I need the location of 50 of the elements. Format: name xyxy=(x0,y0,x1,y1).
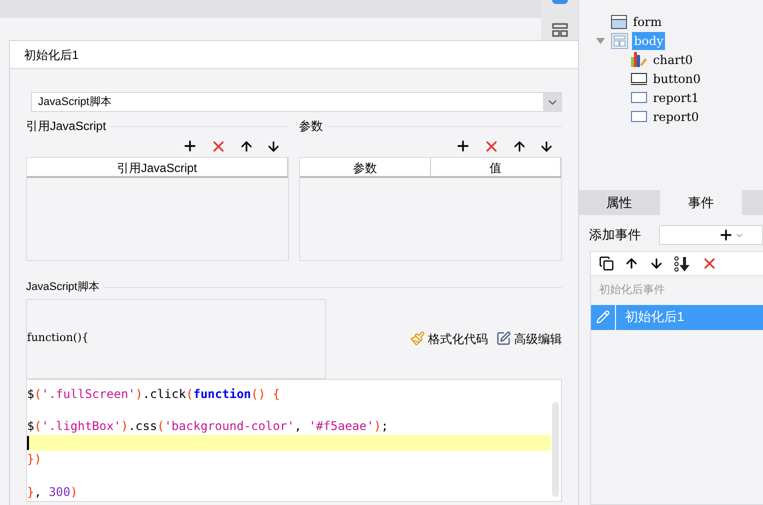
add-icon[interactable] xyxy=(455,138,471,154)
text-cursor xyxy=(27,436,29,450)
add-icon xyxy=(718,227,734,243)
script-type-dropdown[interactable]: JavaScript脚本 xyxy=(31,92,562,112)
dialog-title: 初始化后1 xyxy=(24,46,79,64)
window-icon xyxy=(611,14,627,28)
event-section-title: 初始化后事件 xyxy=(598,282,666,298)
report-icon xyxy=(631,92,647,103)
group-title: 参数 xyxy=(299,118,323,135)
group-title: 引用JavaScript xyxy=(26,118,106,135)
edit-icon[interactable] xyxy=(596,310,610,324)
copy-icon[interactable] xyxy=(599,256,614,271)
move-down-icon[interactable] xyxy=(266,138,281,154)
tree-item[interactable]: chart0 xyxy=(651,50,695,68)
code-line: }, 300) xyxy=(27,484,78,500)
layout-icon[interactable] xyxy=(552,23,568,37)
move-up-icon[interactable] xyxy=(512,138,527,154)
move-down-icon[interactable] xyxy=(649,256,664,271)
scrollbar[interactable] xyxy=(552,402,559,496)
chart-icon xyxy=(631,52,647,67)
move-down-icon[interactable] xyxy=(539,138,554,154)
toolbar-icon[interactable] xyxy=(552,0,568,4)
column-header: 值 xyxy=(430,158,561,176)
tree-item[interactable]: button0 xyxy=(651,70,703,88)
event-label: 初始化后1 xyxy=(624,308,684,326)
move-up-icon[interactable] xyxy=(624,256,639,271)
column-header: 参数 xyxy=(300,158,430,176)
code-line: }) xyxy=(27,451,42,468)
format-code-button[interactable]: 格式化代码 xyxy=(410,330,488,348)
tree-item[interactable]: report0 xyxy=(651,108,701,126)
move-up-icon[interactable] xyxy=(239,138,254,154)
add-event-label: 添加事件 xyxy=(589,226,642,244)
move-to-bottom-icon[interactable] xyxy=(674,256,691,272)
code-line: $('.lightBox').css('background-color', '#f5aeae'); xyxy=(27,418,388,435)
brush-icon xyxy=(410,331,425,346)
report-icon xyxy=(631,111,647,122)
tree-item[interactable]: report1 xyxy=(651,88,701,106)
edit-icon xyxy=(496,331,511,346)
column-header: 引用JavaScript xyxy=(27,158,288,176)
group-title: JavaScript脚本 xyxy=(26,280,100,295)
code-editor[interactable]: $('.fullScreen').click(function() { $('.lightBox').css('background-color', '#f5aeae'); }) }, 300) xyxy=(26,378,562,502)
tab[interactable]: 事件 xyxy=(660,190,742,215)
collapse-arrow-icon[interactable] xyxy=(596,38,604,44)
add-icon[interactable] xyxy=(182,138,198,154)
layout-icon xyxy=(611,32,628,48)
advanced-edit-button[interactable]: 高级编辑 xyxy=(496,330,562,348)
code-line: $('.fullScreen').click(function() { xyxy=(27,386,280,402)
button-icon xyxy=(631,72,647,84)
tree-item[interactable]: form xyxy=(631,12,664,30)
function-signature: function(){ xyxy=(26,298,326,378)
